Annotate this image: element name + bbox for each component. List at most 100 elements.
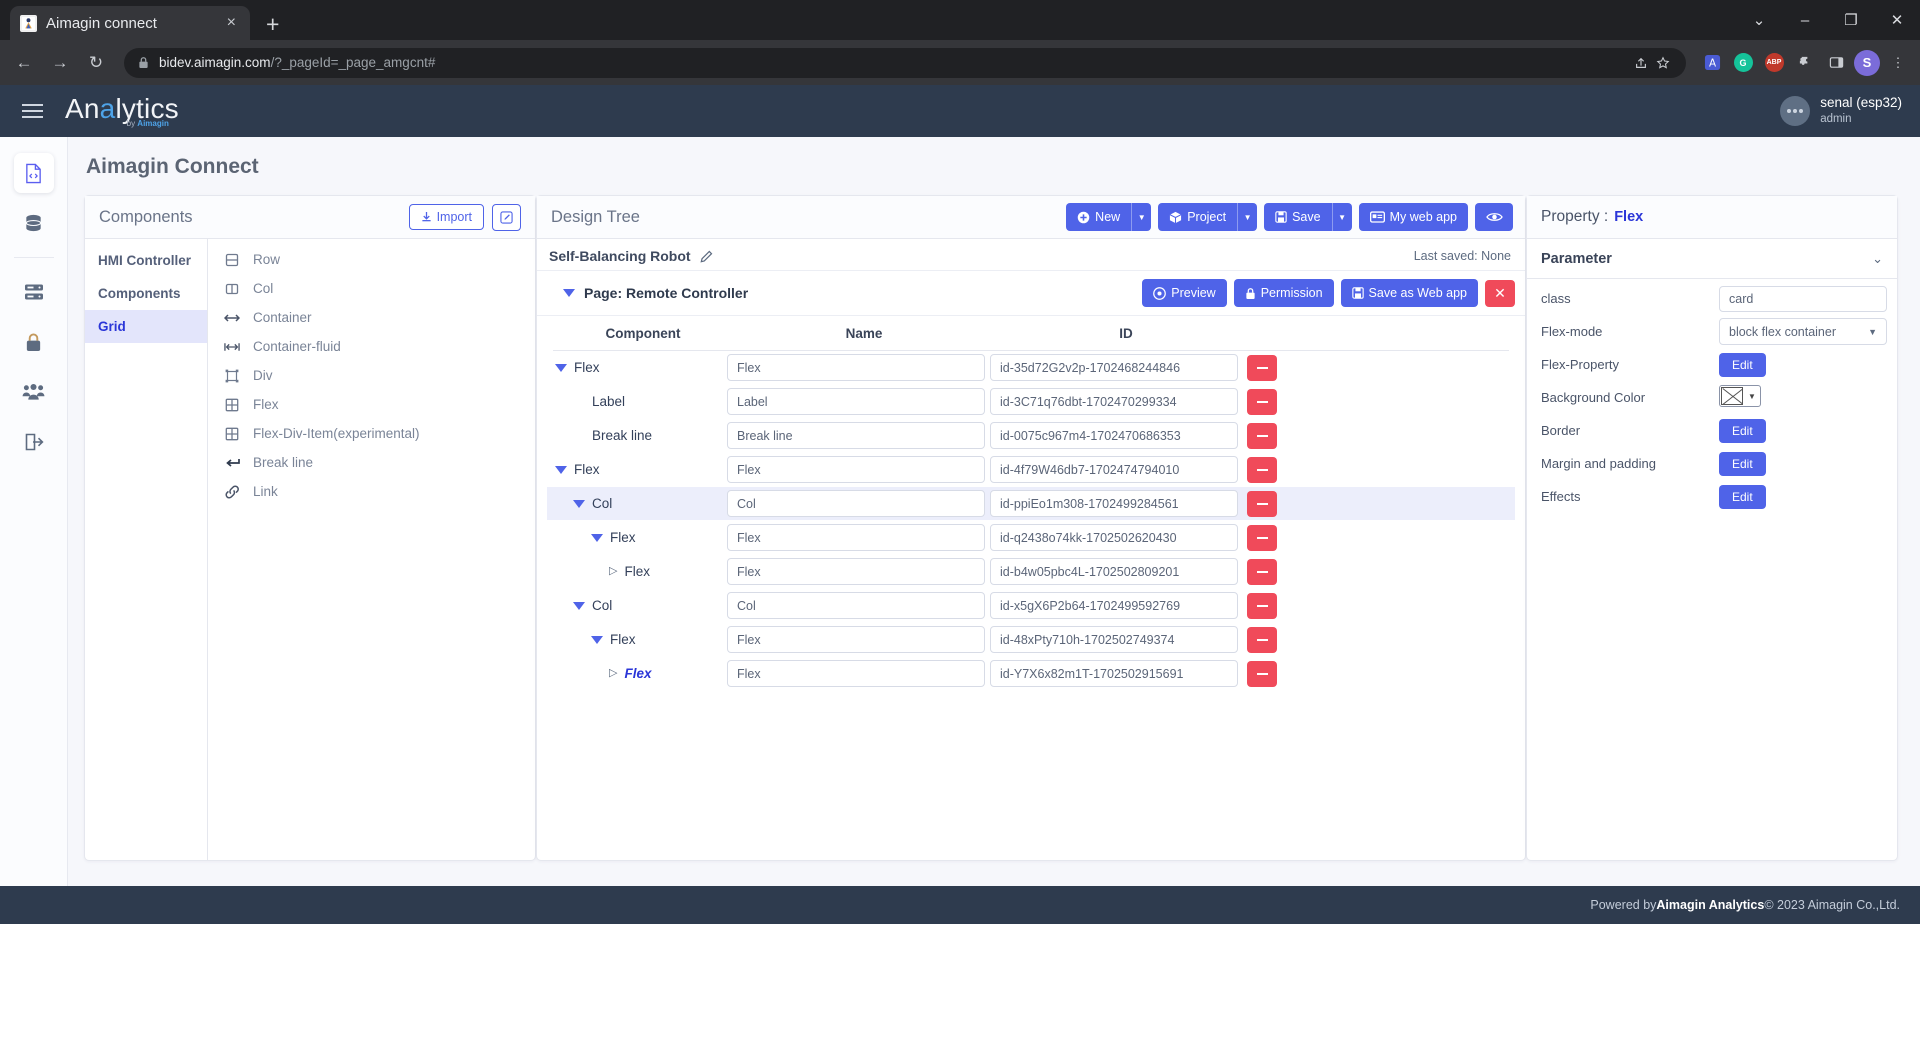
- delete-node-button[interactable]: [1247, 660, 1277, 687]
- delete-node-button[interactable]: [1247, 592, 1277, 619]
- table-row[interactable]: Flex Flex id-35d72G2v2p-1702468244846: [547, 351, 1515, 384]
- node-collapse-toggle-icon[interactable]: [555, 465, 567, 474]
- share-icon[interactable]: [1632, 56, 1650, 70]
- new-button-caret-icon[interactable]: ▼: [1131, 203, 1152, 231]
- my-web-app-button[interactable]: My web app: [1358, 203, 1468, 231]
- project-button-caret-icon[interactable]: ▼: [1237, 203, 1258, 231]
- node-id-input[interactable]: id-b4w05pbc4L-1702502809201: [990, 558, 1238, 585]
- translate-icon[interactable]: A: [1698, 49, 1726, 77]
- address-bar[interactable]: bidev.aimagin.com/?_pageId=_page_amgcnt#: [124, 47, 1686, 78]
- node-id-input[interactable]: id-0075c967m4-1702470686353: [990, 422, 1238, 449]
- edit-button[interactable]: Edit: [1719, 484, 1766, 509]
- category-grid[interactable]: Grid: [85, 310, 207, 343]
- component-item-div[interactable]: Div: [208, 361, 535, 390]
- node-collapse-toggle-icon[interactable]: [591, 533, 603, 542]
- close-window-button[interactable]: ✕: [1874, 0, 1920, 40]
- component-item-container-fluid[interactable]: Container-fluid: [208, 332, 535, 361]
- table-row[interactable]: ▷ Flex Flex id-Y7X6x82m1T-1702502915691: [547, 657, 1515, 690]
- maximize-button[interactable]: ❐: [1828, 0, 1874, 40]
- sidebar-item-security[interactable]: [14, 322, 54, 362]
- pencil-icon[interactable]: [700, 250, 713, 263]
- node-id-input[interactable]: id-35d72G2v2p-1702468244846: [990, 354, 1238, 381]
- node-id-input[interactable]: id-ppiEo1m308-1702499284561: [990, 490, 1238, 517]
- node-name-input[interactable]: Col: [727, 490, 985, 517]
- node-name-input[interactable]: Break line: [727, 422, 985, 449]
- node-collapse-toggle-icon[interactable]: [555, 363, 567, 372]
- new-button[interactable]: New: [1066, 203, 1132, 231]
- save-as-web-app-button[interactable]: Save as Web app: [1340, 279, 1478, 307]
- hamburger-icon[interactable]: [18, 100, 47, 122]
- close-page-button[interactable]: ✕: [1485, 279, 1515, 307]
- page-collapse-toggle-icon[interactable]: [563, 289, 575, 297]
- category-components[interactable]: Components: [85, 277, 207, 310]
- component-item-col[interactable]: Col: [208, 274, 535, 303]
- delete-node-button[interactable]: [1247, 524, 1277, 551]
- table-row[interactable]: Flex Flex id-48xPty710h-1702502749374: [547, 623, 1515, 656]
- delete-node-button[interactable]: [1247, 456, 1277, 483]
- node-collapse-toggle-icon[interactable]: [573, 601, 585, 610]
- table-row[interactable]: Label Label id-3C71q76dbt-1702470299334: [547, 385, 1515, 418]
- sidebar-item-users[interactable]: [14, 372, 54, 412]
- tab-search-chevron-icon[interactable]: ⌄: [1736, 0, 1782, 40]
- save-button[interactable]: Save: [1264, 203, 1332, 231]
- delete-node-button[interactable]: [1247, 388, 1277, 415]
- browser-menu-icon[interactable]: ⋮: [1884, 49, 1912, 77]
- tab-close-icon[interactable]: ×: [223, 13, 240, 33]
- browser-tab[interactable]: Aimagin connect ×: [10, 6, 250, 40]
- permission-button[interactable]: Permission: [1233, 279, 1334, 307]
- node-id-input[interactable]: id-3C71q76dbt-1702470299334: [990, 388, 1238, 415]
- node-id-input[interactable]: id-48xPty710h-1702502749374: [990, 626, 1238, 653]
- background-color-picker[interactable]: ▼: [1719, 385, 1761, 407]
- parameter-section-header[interactable]: Parameter ⌄: [1527, 239, 1897, 279]
- chevron-down-icon[interactable]: ▼: [1744, 392, 1760, 401]
- flex-mode-select[interactable]: block flex container ▼: [1719, 318, 1887, 345]
- component-item-row[interactable]: Row: [208, 245, 535, 274]
- component-item-flex-div-item[interactable]: Flex-Div-Item(experimental): [208, 419, 535, 448]
- node-id-input[interactable]: id-4f79W46db7-1702474794010: [990, 456, 1238, 483]
- node-collapse-toggle-icon[interactable]: [591, 635, 603, 644]
- reload-icon[interactable]: ↻: [80, 47, 112, 79]
- header-user-area[interactable]: senal (esp32) admin: [1780, 95, 1902, 126]
- sidebar-item-logout[interactable]: [14, 422, 54, 462]
- star-icon[interactable]: [1654, 56, 1672, 70]
- table-row[interactable]: ▷ Flex Flex id-b4w05pbc4L-1702502809201: [547, 555, 1515, 588]
- node-id-input[interactable]: id-q2438o74kk-1702502620430: [990, 524, 1238, 551]
- component-item-container[interactable]: Container: [208, 303, 535, 332]
- chevron-down-icon[interactable]: ⌄: [1872, 251, 1883, 267]
- delete-node-button[interactable]: [1247, 490, 1277, 517]
- node-id-input[interactable]: id-x5gX6P2b64-1702499592769: [990, 592, 1238, 619]
- node-name-input[interactable]: Flex: [727, 660, 985, 687]
- delete-node-button[interactable]: [1247, 422, 1277, 449]
- node-name-input[interactable]: Flex: [727, 626, 985, 653]
- forward-icon[interactable]: →: [44, 47, 76, 79]
- node-name-input[interactable]: Label: [727, 388, 985, 415]
- table-row[interactable]: Col Col id-x5gX6P2b64-1702499592769: [547, 589, 1515, 622]
- node-name-input[interactable]: Flex: [727, 524, 985, 551]
- delete-node-button[interactable]: [1247, 558, 1277, 585]
- table-row[interactable]: Flex Flex id-q2438o74kk-1702502620430: [547, 521, 1515, 554]
- node-expand-toggle-icon[interactable]: ▷: [609, 668, 617, 679]
- edit-button[interactable]: Edit: [1719, 352, 1766, 377]
- component-item-link[interactable]: Link: [208, 477, 535, 506]
- node-id-input[interactable]: id-Y7X6x82m1T-1702502915691: [990, 660, 1238, 687]
- project-button[interactable]: Project: [1158, 203, 1238, 231]
- delete-node-button[interactable]: [1247, 354, 1277, 381]
- import-button[interactable]: Import: [408, 204, 484, 230]
- component-item-break-line[interactable]: Break line: [208, 448, 535, 477]
- component-item-flex[interactable]: Flex: [208, 390, 535, 419]
- save-button-caret-icon[interactable]: ▼: [1331, 203, 1352, 231]
- table-row[interactable]: Flex Flex id-4f79W46db7-1702474794010: [547, 453, 1515, 486]
- edit-button[interactable]: Edit: [1719, 418, 1766, 443]
- table-row[interactable]: Break line Break line id-0075c967m4-170247…: [547, 419, 1515, 452]
- new-tab-button[interactable]: +: [266, 13, 279, 36]
- back-icon[interactable]: ←: [8, 47, 40, 79]
- eye-icon[interactable]: [1475, 203, 1513, 231]
- table-row[interactable]: Col Col id-ppiEo1m308-1702499284561: [547, 487, 1515, 520]
- preview-button[interactable]: Preview: [1142, 279, 1227, 307]
- class-input[interactable]: card: [1719, 285, 1887, 312]
- node-name-input[interactable]: Flex: [727, 354, 985, 381]
- sidebar-item-code[interactable]: [13, 153, 54, 193]
- node-name-input[interactable]: Col: [727, 592, 985, 619]
- delete-node-button[interactable]: [1247, 626, 1277, 653]
- edit-button[interactable]: Edit: [1719, 451, 1766, 476]
